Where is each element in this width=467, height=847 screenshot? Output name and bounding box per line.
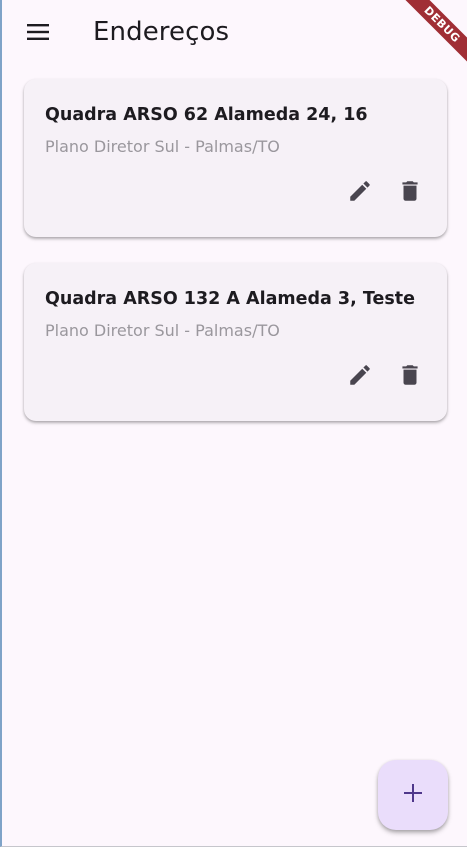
card-actions <box>344 177 426 209</box>
delete-icon <box>397 178 423 209</box>
add-icon <box>401 781 425 810</box>
address-line2: Plano Diretor Sul - Palmas/TO <box>45 321 280 340</box>
address-list: Quadra ARSO 62 Alameda 24, 16 Plano Dire… <box>24 79 449 447</box>
delete-button[interactable] <box>394 177 426 209</box>
edit-icon <box>347 362 373 393</box>
add-address-button[interactable] <box>378 760 448 830</box>
edit-button[interactable] <box>344 177 376 209</box>
edit-button[interactable] <box>344 361 376 393</box>
app-screen: Endereços DEBUG Quadra ARSO 62 Alameda 2… <box>0 0 467 847</box>
page-title: Endereços <box>93 17 230 47</box>
delete-icon <box>397 362 423 393</box>
app-bar: Endereços <box>2 0 467 66</box>
address-line2: Plano Diretor Sul - Palmas/TO <box>45 137 280 156</box>
address-line1: Quadra ARSO 132 A Alameda 3, Teste <box>45 289 415 309</box>
edit-icon <box>347 178 373 209</box>
address-card[interactable]: Quadra ARSO 62 Alameda 24, 16 Plano Dire… <box>24 79 447 237</box>
address-line1: Quadra ARSO 62 Alameda 24, 16 <box>45 105 368 125</box>
card-actions <box>344 361 426 393</box>
menu-button[interactable] <box>18 12 58 52</box>
delete-button[interactable] <box>394 361 426 393</box>
menu-icon <box>26 20 50 44</box>
address-card[interactable]: Quadra ARSO 132 A Alameda 3, Teste Plano… <box>24 263 447 421</box>
